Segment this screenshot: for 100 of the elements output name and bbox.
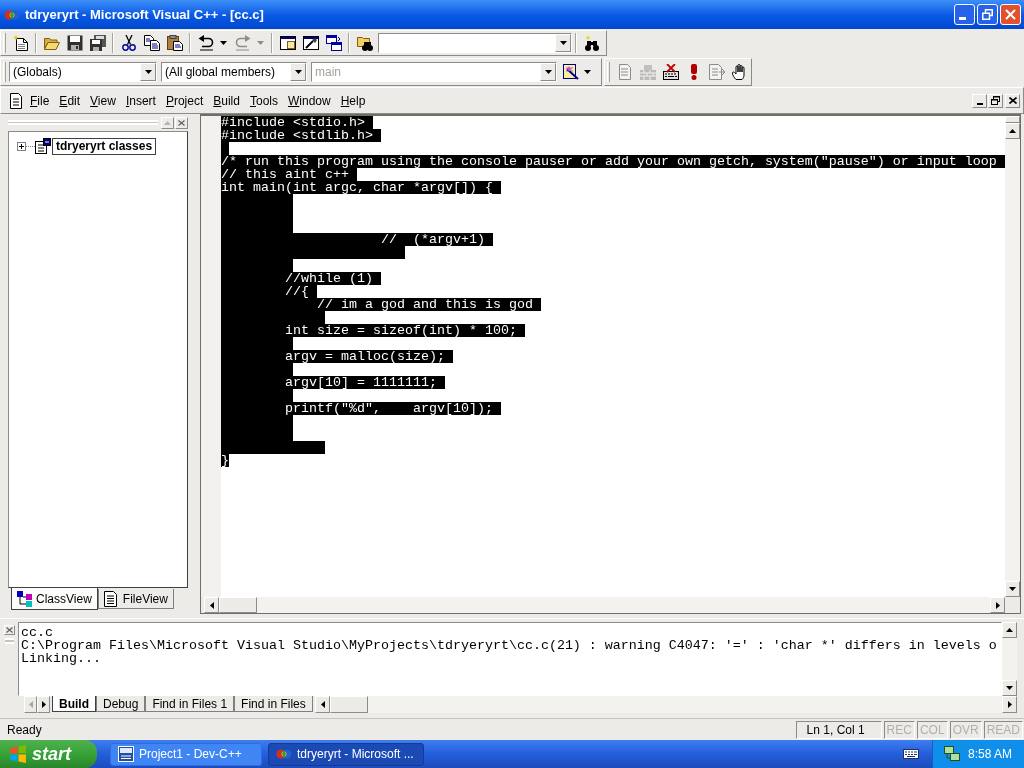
scroll-down-button[interactable]: [1002, 680, 1017, 697]
taskbar-button[interactable]: Project1 - Dev-C++: [110, 742, 262, 766]
close-button[interactable]: [1005, 93, 1020, 108]
document-arrow-icon: [708, 63, 725, 80]
restore-icon: [982, 9, 993, 20]
minimize-icon: [976, 102, 983, 105]
vertical-scrollbar[interactable]: [1002, 621, 1017, 697]
tab[interactable]: ClassView: [11, 588, 98, 610]
horizontal-scrollbar[interactable]: [204, 597, 1005, 613]
new-file-icon: [12, 34, 29, 51]
caret-icon: [584, 69, 591, 74]
menu-item[interactable]: Help: [336, 91, 370, 110]
menu-item[interactable]: View: [86, 91, 120, 110]
vertical-scrollbar[interactable]: [1005, 116, 1020, 597]
up-triangle-icon: [1006, 627, 1013, 632]
menu-item[interactable]: Build: [209, 91, 244, 110]
document-icon: [10, 92, 22, 109]
up-triangle-icon: [1009, 129, 1016, 133]
close-icon: [1008, 97, 1017, 104]
menu-item[interactable]: Edit: [55, 91, 85, 110]
tab[interactable]: Find in Files 1: [145, 696, 235, 713]
restore-button[interactable]: [988, 93, 1003, 108]
taskbar-button[interactable]: tdryeryrt - Microsoft ...: [268, 742, 424, 766]
status-indicator: READ: [983, 720, 1023, 739]
tab[interactable]: Find in Files: [234, 696, 313, 713]
status-indicator: REC: [883, 720, 915, 739]
scroll-right-button[interactable]: [990, 597, 1005, 613]
hand-icon: [731, 63, 748, 80]
window-sidebar-icon: [279, 34, 296, 51]
class-view-icon: [17, 590, 33, 607]
output-line: Linking...: [21, 651, 101, 665]
scissors-icon: [120, 34, 137, 51]
caret-icon: [544, 69, 552, 74]
status-indicator: OVR: [949, 720, 982, 739]
menu-item[interactable]: Tools: [245, 91, 282, 110]
caret-icon: [559, 40, 567, 45]
keyboard-icon: [903, 749, 919, 759]
panel-close-button[interactable]: [3, 624, 15, 635]
stacked-floppies-icon: [89, 34, 106, 51]
menu-item[interactable]: Insert: [121, 91, 160, 110]
document-lines-icon: [616, 63, 633, 80]
scroll-right-button[interactable]: [1002, 696, 1017, 714]
clock: 8:58 AM: [968, 746, 1013, 763]
redo-icon: [235, 34, 251, 51]
caret-icon: [1006, 686, 1013, 691]
copy-icon: [143, 34, 160, 51]
horizontal-scrollbar[interactable]: [315, 696, 1017, 714]
scroll-left-button[interactable]: [315, 696, 330, 714]
menu-item[interactable]: File: [26, 91, 54, 110]
scroll-thumb[interactable]: [330, 696, 368, 714]
scroll-right-button[interactable]: [37, 696, 50, 714]
right-triangle-icon: [41, 701, 46, 709]
status-message: Ready: [6, 721, 42, 739]
folder-binoculars-icon: [356, 34, 373, 51]
panel-close-button[interactable]: [175, 116, 188, 129]
caret-icon: [257, 40, 264, 45]
tree-item[interactable]: tdryeryrt classes: [52, 137, 157, 155]
status-indicator: COL: [916, 720, 948, 739]
keyboard-cross-icon: [662, 63, 679, 80]
output-line: C:\Program Files\Microsoft Visual Studio\MyProjects\tdryeryrt\cc.c(21) : warning C4047: '=' : 'char *' differs in levels o: [21, 638, 997, 652]
class-tree-icon: [35, 138, 51, 154]
restore-icon: [991, 96, 1000, 105]
dropdown[interactable]: (Globals): [9, 61, 157, 82]
scroll-thumb[interactable]: [219, 597, 257, 613]
app-icon: [118, 746, 134, 762]
left-triangle-icon: [28, 701, 33, 709]
undo-icon: [198, 34, 214, 51]
expand-icon[interactable]: [17, 141, 26, 151]
panel-button[interactable]: [161, 116, 174, 129]
caret-icon: [220, 40, 227, 45]
dropdown[interactable]: (All global members): [161, 61, 307, 82]
triangle-icon: [164, 120, 171, 125]
window-title: tdryeryrt - Microsoft Visual C++ - [cc.c]: [25, 5, 264, 24]
tab[interactable]: Debug: [96, 696, 146, 713]
tab[interactable]: FileView: [97, 589, 174, 609]
left-triangle-icon: [320, 701, 325, 709]
window-tool-icon: [302, 34, 319, 51]
caret-icon: [294, 69, 302, 74]
right-triangle-icon: [1007, 701, 1012, 709]
menu-item[interactable]: Window: [284, 91, 335, 110]
close-icon: [5, 626, 13, 633]
scroll-down-button[interactable]: [1005, 581, 1020, 597]
split-handle[interactable]: [1005, 116, 1020, 123]
close-icon: [1005, 9, 1016, 20]
windows-logo-icon: [9, 745, 27, 763]
scroll-up-button[interactable]: [1002, 621, 1017, 638]
exclamation-icon: [689, 63, 698, 80]
scroll-up-button[interactable]: [1005, 123, 1020, 139]
right-triangle-icon: [995, 601, 1000, 609]
close-icon: [178, 119, 185, 126]
minimize-button[interactable]: [972, 93, 987, 108]
binoculars-icon: [583, 34, 600, 51]
scroll-left-button[interactable]: [204, 597, 219, 613]
tab[interactable]: Build: [52, 696, 96, 713]
window-wand-icon: [563, 63, 579, 80]
network-icon: [944, 746, 960, 762]
minimize-icon: [959, 17, 966, 20]
bricks-icon: [639, 63, 656, 80]
caret-icon: [144, 69, 152, 74]
menu-item[interactable]: Project: [161, 91, 208, 110]
